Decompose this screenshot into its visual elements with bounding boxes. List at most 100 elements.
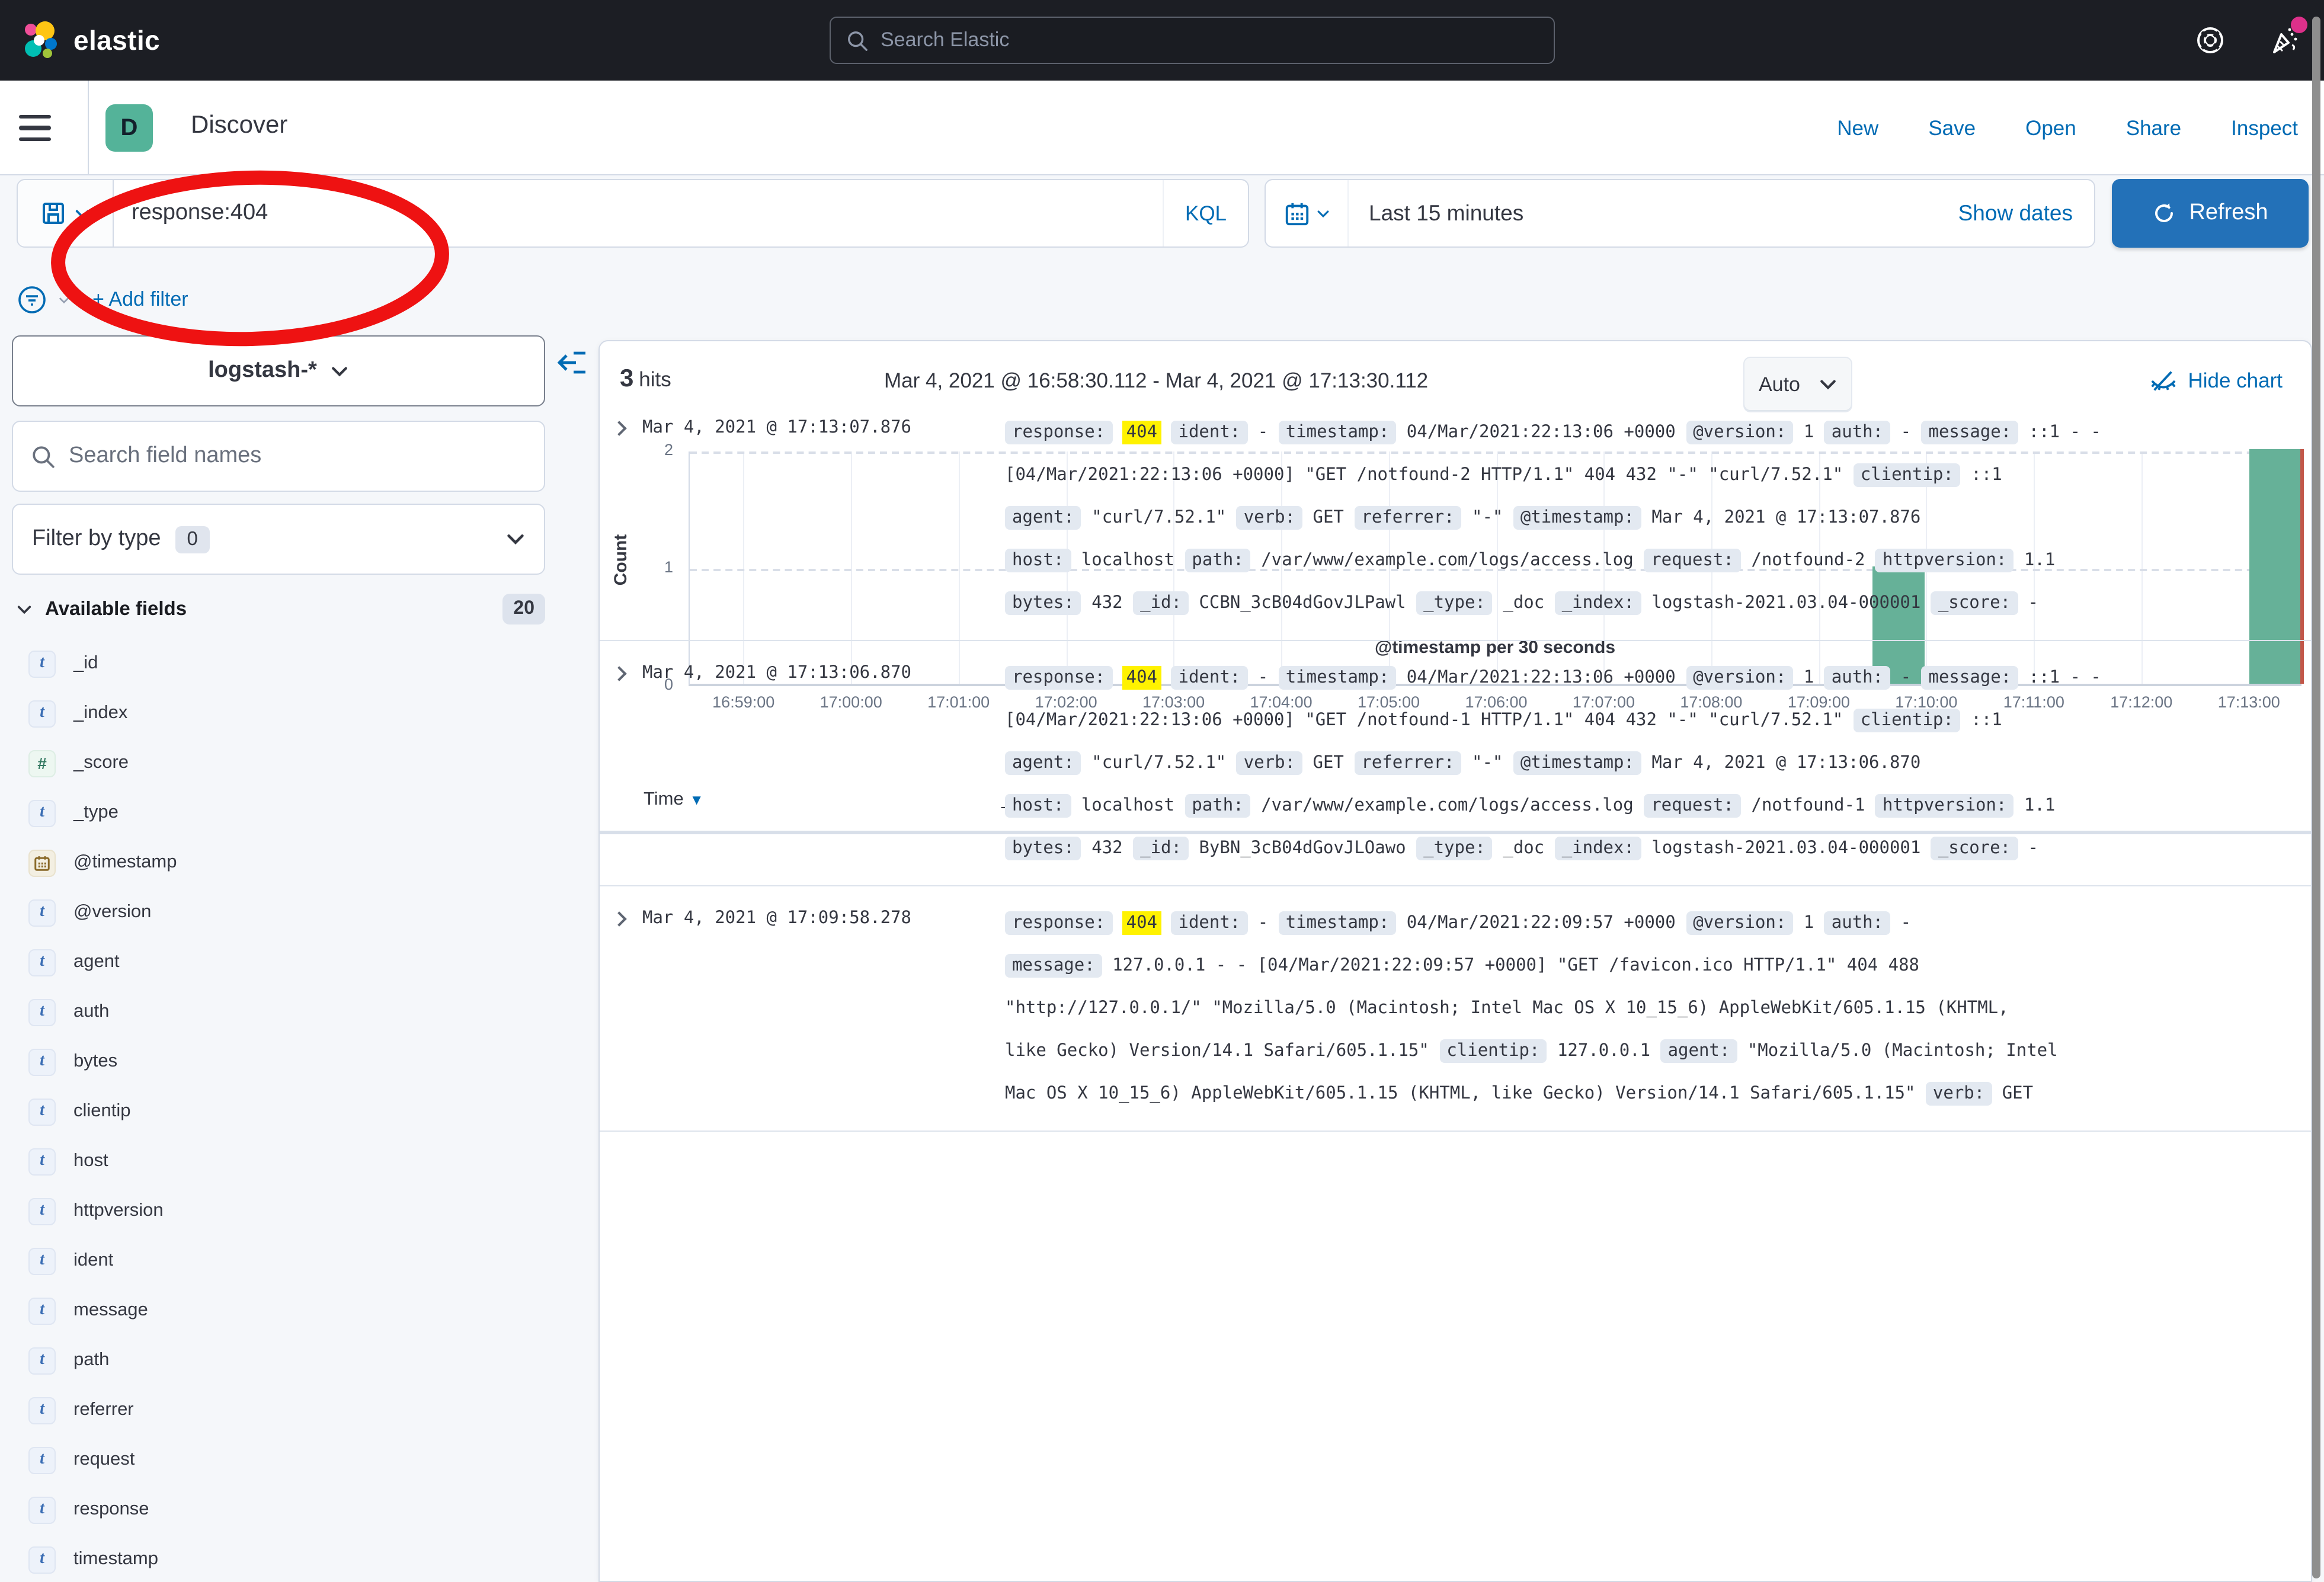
add-filter-button[interactable]: + Add filter	[92, 288, 188, 312]
eye-closed-icon	[2150, 367, 2177, 395]
available-fields-label: Available fields	[45, 598, 187, 620]
field-item[interactable]: trequest	[28, 1435, 538, 1485]
collapse-sidebar-icon	[556, 347, 589, 378]
index-pattern-select[interactable]: logstash-*	[12, 335, 545, 406]
newsfeed-button[interactable]	[2268, 24, 2300, 56]
share-button[interactable]: Share	[2126, 116, 2181, 140]
expand-row-button[interactable]	[607, 411, 642, 625]
field-name: ident	[73, 1250, 113, 1272]
field-item[interactable]: tmessage	[28, 1286, 538, 1336]
field-item[interactable]: t _type	[28, 788, 538, 838]
field-value: 432	[1091, 839, 1122, 858]
field-value: logstash-2021.03.04-000001	[1651, 839, 1920, 858]
field-name: _score	[73, 752, 129, 774]
field-name: message	[73, 1300, 148, 1321]
expand-row-button[interactable]	[607, 902, 642, 1115]
field-item[interactable]: @timestamp	[28, 838, 538, 888]
field-key-badge: bytes:	[1005, 837, 1081, 860]
string-token-icon: t	[28, 949, 56, 976]
field-key-badge: path:	[1185, 549, 1250, 572]
field-item[interactable]: tbytes	[28, 1037, 538, 1087]
saved-query-menu-button[interactable]	[18, 180, 114, 246]
field-value: "curl/7.52.1"	[1091, 508, 1226, 527]
inspect-button[interactable]: Inspect	[2231, 116, 2298, 140]
field-item[interactable]: #_score	[28, 738, 538, 788]
hide-chart-button[interactable]: Hide chart	[2150, 367, 2283, 395]
menu-button[interactable]	[19, 115, 51, 141]
field-search-input[interactable]: Search field names	[12, 421, 545, 492]
string-token-icon: t	[28, 650, 56, 677]
field-value: /notfound-2	[1751, 551, 1865, 570]
show-dates-button[interactable]: Show dates	[1958, 200, 2073, 226]
field-item[interactable]: t_index	[28, 688, 538, 738]
string-token-icon: t	[28, 799, 56, 827]
field-value: ::1 - -	[2029, 423, 2101, 442]
field-name: @version	[73, 902, 151, 923]
string-token-icon: t	[28, 899, 56, 926]
date-token-icon	[28, 849, 56, 876]
field-item[interactable]: tauth	[28, 987, 538, 1037]
header-divider	[88, 81, 89, 174]
top-chrome-bar: elastic Search Elastic	[0, 0, 2324, 81]
available-fields-count-badge: 20	[502, 594, 545, 625]
field-name: _type	[73, 802, 119, 824]
discover-app-badge[interactable]: D	[105, 104, 153, 152]
field-item[interactable]: thttpversion	[28, 1186, 538, 1236]
field-value: "-"	[1472, 754, 1503, 773]
save-button[interactable]: Save	[1928, 116, 1976, 140]
elastic-logo[interactable]: elastic	[19, 0, 160, 81]
field-key-badge: _index:	[1555, 591, 1641, 615]
query-input[interactable]: response:404	[114, 200, 1163, 226]
field-key-badge: _score:	[1931, 837, 2018, 860]
field-value: -	[2028, 594, 2038, 613]
field-key-badge: @timestamp:	[1513, 506, 1641, 530]
refresh-button[interactable]: Refresh	[2112, 179, 2309, 248]
field-name: request	[73, 1449, 135, 1471]
collapse-sidebar-button[interactable]	[556, 347, 589, 378]
field-value: 1	[1804, 423, 1814, 442]
field-item[interactable]: tident	[28, 1236, 538, 1286]
time-range-value[interactable]: Last 15 minutes	[1369, 200, 1523, 226]
field-value: 04/Mar/2021:22:13:06 +0000	[1407, 423, 1676, 442]
open-button[interactable]: Open	[2025, 116, 2076, 140]
time-picker-calendar-button[interactable]	[1266, 180, 1349, 246]
field-item[interactable]: tclientip	[28, 1087, 538, 1136]
field-value: /var/www/example.com/logs/access.log	[1261, 796, 1634, 815]
field-value: -	[1901, 914, 1911, 933]
available-fields-header[interactable]: Available fields 20	[17, 594, 545, 625]
field-name: _id	[73, 653, 98, 674]
field-item[interactable]: treferrer	[28, 1385, 538, 1435]
row-source: response: 404 ident: - timestamp: 04/Mar…	[1005, 902, 2311, 1115]
field-item[interactable]: thost	[28, 1136, 538, 1186]
string-token-icon: t	[28, 1247, 56, 1274]
filter-settings-icon[interactable]	[17, 284, 47, 315]
field-value: [04/Mar/2021:22:13:06 +0000] "GET /notfo…	[1005, 711, 1843, 730]
string-token-icon: t	[28, 1148, 56, 1175]
search-icon	[31, 444, 56, 469]
filter-by-type-dropdown[interactable]: Filter by type 0	[12, 504, 545, 575]
field-item[interactable]: tpath	[28, 1336, 538, 1385]
string-token-icon: t	[28, 1347, 56, 1374]
field-key-badge: host:	[1005, 549, 1071, 572]
field-item[interactable]: tagent	[28, 937, 538, 987]
field-value: CCBN_3cB04dGovJLPawl	[1199, 594, 1406, 613]
field-key-badge: auth:	[1824, 666, 1890, 690]
results-rows: Mar 4, 2021 @ 17:13:07.876response: 404 …	[600, 396, 2311, 1132]
new-button[interactable]: New	[1837, 116, 1878, 140]
fields-list: t_idt_index#_scoret_type@timestampt@vers…	[28, 639, 538, 1582]
query-language-button[interactable]: KQL	[1163, 180, 1248, 246]
field-value: 1	[1804, 668, 1814, 687]
chevron-down-icon	[58, 294, 70, 306]
page-scrollbar[interactable]	[2312, 17, 2320, 1578]
global-search-input[interactable]: Search Elastic	[830, 17, 1555, 64]
help-button[interactable]	[2195, 25, 2226, 56]
field-value: localhost	[1081, 796, 1174, 815]
field-key-badge: bytes:	[1005, 591, 1081, 615]
field-value: ::1 - -	[2029, 668, 2101, 687]
field-key-badge: verb:	[1237, 751, 1302, 775]
field-item[interactable]: ttimestamp	[28, 1535, 538, 1582]
field-item[interactable]: t @version	[28, 888, 538, 937]
field-item[interactable]: t _id	[28, 639, 538, 688]
expand-row-button[interactable]	[607, 657, 642, 870]
field-item[interactable]: tresponse	[28, 1485, 538, 1535]
